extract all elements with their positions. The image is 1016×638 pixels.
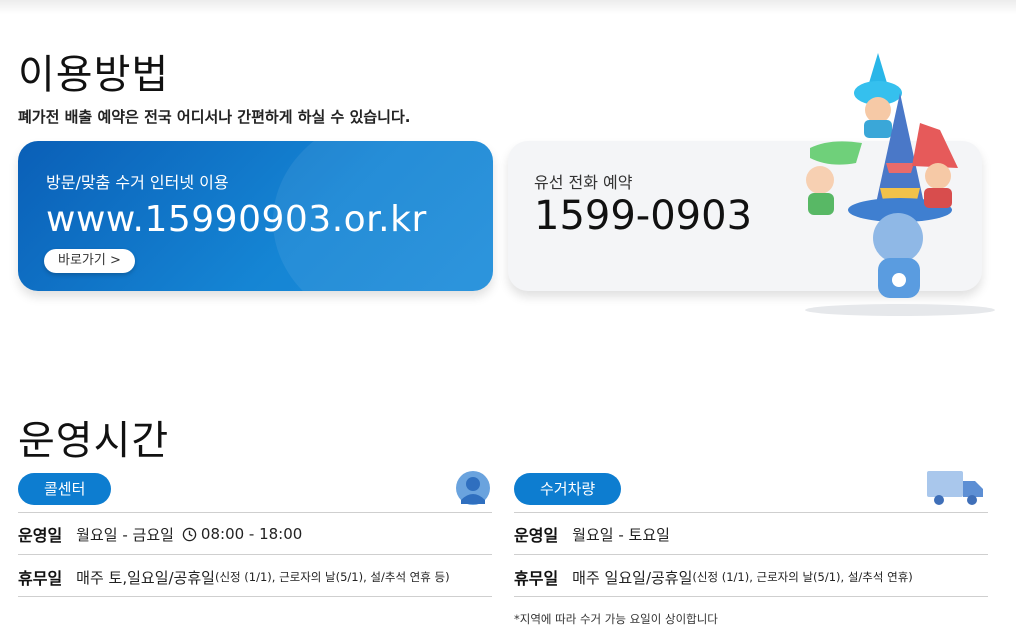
person-icon [456,471,490,505]
booking-url[interactable]: www.15990903.or.kr [46,199,427,240]
closed-day-key: 휴무일 [18,569,63,588]
divider [514,596,988,597]
phone-booking-label: 유선 전화 예약 [534,173,633,192]
divider [18,554,492,555]
open-day-key: 운영일 [514,526,559,545]
call-center-closed-row: 휴무일 매주 토,일요일/공휴일 (신정 (1/1), 근로자의 날(5/1),… [18,565,450,589]
clock-icon [182,527,197,541]
phone-number[interactable]: 1599-0903 [534,193,752,239]
go-button[interactable]: 바로가기 > [44,249,135,273]
call-center-open-row: 운영일 월요일 - 금요일 08:00 - 18:00 [18,522,302,546]
vehicle-open-row: 운영일 월요일 - 토요일 [514,522,670,546]
closed-day-value: 매주 일요일/공휴일 [572,568,693,587]
divider [18,512,492,513]
divider [514,512,988,513]
closed-day-note: (신정 (1/1), 근로자의 날(5/1), 설/추석 연휴) [692,570,913,584]
closed-day-value: 매주 토,일요일/공휴일 [76,568,215,587]
divider [18,596,492,597]
closed-day-key: 휴무일 [514,569,559,588]
divider [514,554,988,555]
truck-icon [927,471,983,505]
internet-booking-card[interactable]: 방문/맞춤 수거 인터넷 이용 www.15990903.or.kr 바로가기 … [18,141,493,291]
usage-title: 이용방법 [18,52,170,98]
vehicle-pill: 수거차량 [514,473,622,505]
hours-title: 운영시간 [18,418,170,464]
usage-subtitle: 폐가전 배출 예약은 전국 어디서나 간편하게 하실 수 있습니다. [18,108,411,126]
internet-booking-label: 방문/맞춤 수거 인터넷 이용 [46,173,229,192]
open-day-key: 운영일 [18,526,63,545]
open-day-value: 월요일 - 토요일 [572,525,670,544]
open-time-value: 08:00 - 18:00 [200,525,303,543]
vehicle-footnote: *지역에 따라 수거 가능 요일이 상이합니다 [514,612,718,626]
vehicle-closed-row: 휴무일 매주 일요일/공휴일 (신정 (1/1), 근로자의 날(5/1), 설… [514,565,913,589]
open-day-value: 월요일 - 금요일 [76,525,174,544]
closed-day-note: (신정 (1/1), 근로자의 날(5/1), 설/추석 연휴 등) [214,570,450,584]
top-shadow [0,0,1016,14]
call-center-pill: 콜센터 [18,473,112,505]
mascot-illustration [805,53,995,316]
